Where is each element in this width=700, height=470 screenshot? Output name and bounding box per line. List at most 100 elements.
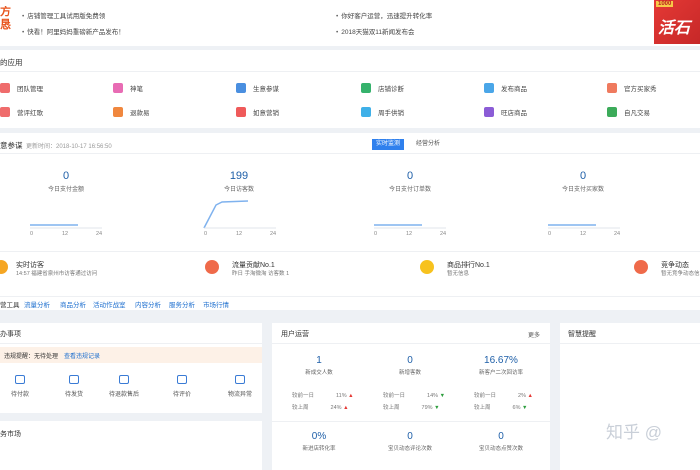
user-metric: 0 宝贝动态评论次数 bbox=[365, 431, 455, 452]
announcement-bar: 方 恳 店铺管理工具试用版免费领 快看！阿里妈妈重磅新产品发布！ 你好客户运营，… bbox=[0, 0, 700, 46]
app-icon bbox=[484, 107, 494, 117]
traffic-icon bbox=[205, 260, 219, 274]
competition-icon bbox=[634, 260, 648, 274]
insight-competition[interactable]: 竞争动态 暂无竞争动态信息 bbox=[634, 260, 700, 280]
todo-action-label: 待付款 bbox=[10, 392, 29, 398]
axis-tick: 24 bbox=[614, 231, 621, 237]
app-item[interactable]: 团队管理 bbox=[0, 81, 43, 95]
kpi-pay-amount: 0 今日支付金额 bbox=[6, 170, 126, 193]
app-label: 店铺诊断 bbox=[378, 86, 404, 93]
app-item[interactable]: 生意参谋 bbox=[236, 81, 279, 95]
divider bbox=[272, 343, 550, 344]
metric-value: 0 bbox=[407, 355, 413, 366]
visitors-icon bbox=[0, 260, 8, 274]
app-item[interactable]: 官方买家秀 bbox=[607, 81, 657, 95]
sparkline-buyers bbox=[548, 224, 620, 229]
section-title: 的应用 bbox=[0, 58, 23, 67]
comparison-label: 较前一日 bbox=[383, 393, 406, 399]
todo-action[interactable]: 待退款售后 bbox=[104, 375, 144, 398]
divider bbox=[0, 153, 700, 154]
sparkline-pay-amount bbox=[30, 224, 102, 229]
insight-traffic[interactable]: 流量贡献No.1 昨日 手淘微淘 访客数 1 bbox=[205, 260, 365, 280]
user-metric: 0% 新进店转化率 bbox=[274, 431, 364, 452]
insight-sub: 暂无竞争动态信息 bbox=[661, 271, 700, 277]
tool-tab-market[interactable]: 市场行情 bbox=[203, 299, 229, 309]
ranking-icon bbox=[420, 260, 434, 274]
insight-realtime-visitors[interactable]: 实时访客 14:57 福建省泉州市访客通过访问 bbox=[0, 260, 160, 280]
announcement-item[interactable]: 快看！阿里妈妈重磅新产品发布！ bbox=[22, 26, 125, 36]
divider bbox=[0, 343, 262, 344]
app-item[interactable]: 退款易 bbox=[113, 105, 150, 119]
arrow-up-icon: ▲ bbox=[527, 393, 533, 399]
tool-tab-product[interactable]: 商品分析 bbox=[60, 299, 86, 309]
tool-tab-traffic[interactable]: 流量分析 bbox=[24, 299, 50, 309]
comparison-label: 较前一日 bbox=[474, 393, 497, 399]
watermark: 知乎 @ bbox=[606, 423, 662, 442]
kpi-value: 0 bbox=[406, 170, 414, 182]
axis-tick: 24 bbox=[440, 231, 447, 237]
promo-banner-right[interactable]: 1000 活石 bbox=[654, 0, 700, 44]
kpi-value: 0 bbox=[62, 170, 70, 182]
app-icon bbox=[607, 107, 617, 117]
todo-action-label: 待退款售后 bbox=[108, 392, 139, 398]
business-advisor-section: 意参谋 更新时间：2018-10-17 16:56:50 实时监测 经营分析 0… bbox=[0, 133, 700, 293]
section-title: 意参谋 bbox=[0, 141, 23, 150]
todo-action[interactable]: 待发货 bbox=[54, 375, 94, 398]
app-item[interactable]: 营评红歌 bbox=[0, 105, 43, 119]
app-icon bbox=[607, 83, 617, 93]
app-item[interactable]: 旺店商品 bbox=[484, 105, 527, 119]
app-label: 神笔 bbox=[130, 86, 143, 93]
comparison-row: 较上周 6% ▼ bbox=[474, 403, 527, 411]
announcement-item[interactable]: 2018天猫双11新闻发布会 bbox=[336, 26, 414, 36]
divider bbox=[272, 421, 550, 422]
metric-value: 16.67% bbox=[484, 355, 518, 366]
kpi-caption: 今日支付订单数 bbox=[388, 187, 431, 193]
arrow-down-icon: ▼ bbox=[522, 405, 528, 411]
todo-card: 办事项 违规提醒：无待处理 查看违规记录 待付款 待发货 待退款售后 待评价 物流异常 bbox=[0, 323, 262, 413]
comparison-label: 较上周 bbox=[383, 405, 400, 411]
comparison-value: 2% bbox=[518, 393, 526, 399]
app-label: 周手供销 bbox=[378, 110, 404, 117]
tool-tab-label: 营工具 bbox=[0, 302, 20, 309]
truck-icon bbox=[235, 375, 245, 384]
divider bbox=[0, 296, 700, 297]
user-metric: 1 新成交人数 bbox=[274, 355, 364, 376]
tool-tab-service[interactable]: 服务分析 bbox=[169, 299, 195, 309]
kpi-value: 0 bbox=[579, 170, 587, 182]
app-item[interactable]: 店铺诊断 bbox=[361, 81, 404, 95]
promo-banner-left[interactable]: 方 恳 bbox=[0, 6, 17, 36]
todo-action-label: 物流异常 bbox=[227, 392, 252, 398]
arrow-down-icon: ▼ bbox=[434, 405, 440, 411]
app-item[interactable]: 发布商品 bbox=[484, 81, 527, 95]
todo-action[interactable]: 物流异常 bbox=[220, 375, 260, 398]
app-item[interactable]: 周手供销 bbox=[361, 105, 404, 119]
kpi-caption: 今日支付买家数 bbox=[561, 187, 604, 193]
tab-realtime[interactable]: 实时监测 bbox=[372, 139, 405, 150]
user-ops-card: 用户运营 更多 1 新成交人数 较前一日 11% ▲ 较上周 24% ▲ 0 新增客数 较前一日… bbox=[272, 323, 550, 470]
app-icon bbox=[236, 107, 246, 117]
announcement-item[interactable]: 店铺管理工具试用版免费领 bbox=[22, 10, 105, 20]
tool-tab-content[interactable]: 内容分析 bbox=[135, 299, 161, 309]
app-item[interactable]: 如意营销 bbox=[236, 105, 279, 119]
insight-product-ranking[interactable]: 商品排行No.1 暂无信息 bbox=[420, 260, 580, 280]
app-item[interactable]: 神笔 bbox=[113, 81, 143, 95]
comparison-label: 较前一日 bbox=[292, 393, 315, 399]
todo-action[interactable]: 待付款 bbox=[0, 375, 40, 398]
sparkline-visitors bbox=[203, 200, 276, 229]
my-apps-section: 的应用 团队管理 神笔 生意参谋 店铺诊断 发布商品 官方买家秀营评红歌 退款易 如意营销 周手… bbox=[0, 50, 700, 128]
metric-caption: 新客户二次回访率 bbox=[478, 370, 523, 376]
app-item[interactable]: 自凡交易 bbox=[607, 105, 650, 119]
tool-tab-campaign[interactable]: 活动作战室 bbox=[93, 299, 126, 309]
arrow-up-icon: ▲ bbox=[343, 405, 349, 411]
comparison-label: 较上周 bbox=[474, 405, 491, 411]
todo-action[interactable]: 待评价 bbox=[162, 375, 202, 398]
axis-tick: 12 bbox=[62, 231, 69, 237]
axis-tick: 0 bbox=[204, 231, 208, 237]
violation-record-link[interactable]: 查看违规记录 bbox=[64, 351, 100, 360]
review-icon bbox=[177, 375, 187, 384]
tab-business-analysis[interactable]: 经营分析 bbox=[412, 139, 444, 150]
arrow-down-icon: ▼ bbox=[439, 393, 446, 399]
more-link[interactable]: 更多 bbox=[528, 330, 540, 339]
announcement-item[interactable]: 你好客户运营，迅速提升转化率 bbox=[336, 10, 432, 20]
app-label: 如意营销 bbox=[253, 110, 279, 117]
